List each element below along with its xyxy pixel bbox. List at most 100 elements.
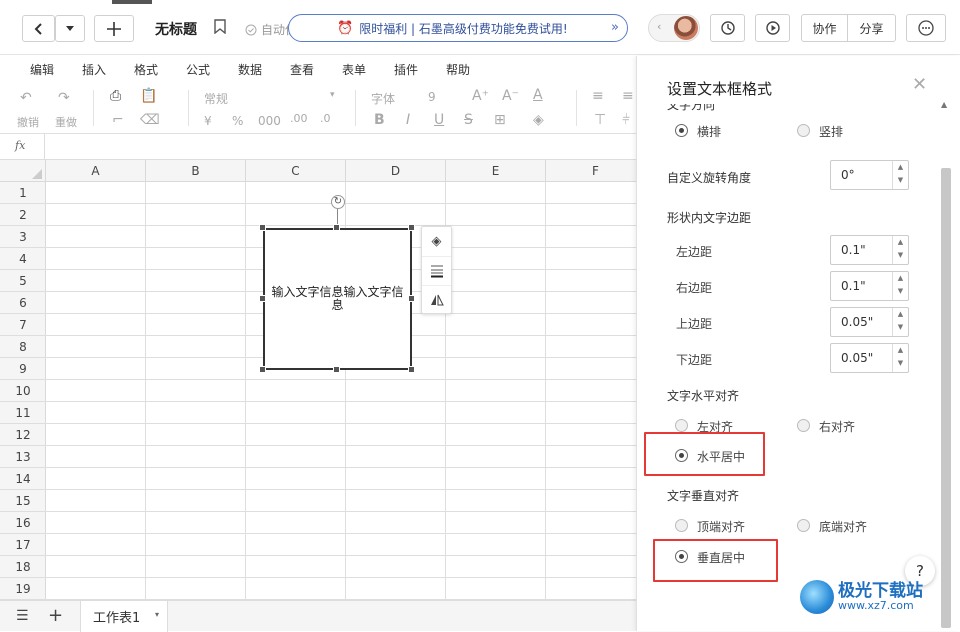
font-color-icon[interactable]: A — [533, 87, 543, 103]
column-header[interactable]: F — [546, 160, 646, 182]
new-button[interactable] — [94, 15, 134, 42]
undo-icon[interactable]: ↶ — [20, 90, 32, 106]
stepper-arrows-icon[interactable]: ▲ ▼ — [892, 236, 908, 264]
menu-dropdown-button[interactable] — [55, 15, 85, 42]
resize-handle[interactable] — [333, 366, 340, 373]
radio-valign-bottom[interactable] — [797, 519, 810, 532]
doc-title[interactable]: 无标题 — [155, 19, 197, 39]
column-header[interactable]: E — [446, 160, 546, 182]
promo-banner[interactable]: ⏰ 限时福利 | 石墨高级付费功能免费试用! » — [288, 14, 628, 42]
eraser-icon[interactable]: ⌫ — [140, 112, 160, 128]
menu-data[interactable]: 数据 — [238, 61, 262, 78]
resize-handle[interactable] — [408, 295, 415, 302]
currency-button[interactable]: ¥ — [204, 114, 212, 128]
fill-color-icon[interactable]: ◈ — [533, 112, 544, 128]
stepper-arrows-icon[interactable]: ▲ ▼ — [892, 308, 908, 336]
row-header[interactable]: 17 — [0, 534, 46, 556]
menu-formula[interactable]: 公式 — [186, 61, 210, 78]
row-header[interactable]: 10 — [0, 380, 46, 402]
share-button[interactable]: 分享 — [847, 14, 896, 42]
percent-button[interactable]: % — [232, 114, 243, 128]
bold-icon[interactable]: B — [374, 112, 385, 128]
column-header[interactable]: B — [146, 160, 246, 182]
strikethrough-icon[interactable]: S — [464, 112, 473, 128]
row-header[interactable]: 5 — [0, 270, 46, 292]
font-select[interactable]: 字体 — [371, 90, 395, 107]
column-header[interactable]: A — [46, 160, 146, 182]
radio-halign-left[interactable] — [675, 419, 688, 432]
sheet-list-icon[interactable]: ☰ — [16, 608, 29, 624]
valign-top-icon[interactable]: ⊤ — [594, 112, 606, 128]
format-painter-icon[interactable]: ⌐ — [112, 112, 124, 128]
number-format-select[interactable]: 常规 — [204, 90, 228, 107]
line-style-icon[interactable] — [422, 256, 451, 285]
row-header[interactable]: 3 — [0, 226, 46, 248]
scroll-up-icon[interactable]: ▲ — [941, 100, 947, 109]
select-all-corner[interactable] — [0, 160, 46, 182]
collaborate-button[interactable]: 协作 — [801, 14, 848, 42]
rotate-handle-icon[interactable]: ↻ — [331, 195, 345, 209]
borders-icon[interactable]: ⊞ — [494, 112, 506, 128]
paste-icon[interactable]: 📋 — [140, 88, 157, 104]
resize-handle[interactable] — [333, 224, 340, 231]
redo-icon[interactable]: ↷ — [58, 90, 70, 106]
row-header[interactable]: 7 — [0, 314, 46, 336]
row-header[interactable]: 18 — [0, 556, 46, 578]
row-header[interactable]: 6 — [0, 292, 46, 314]
menu-insert[interactable]: 插入 — [82, 61, 106, 78]
bottom-padding-input[interactable]: 0.05" ▲ ▼ — [830, 343, 909, 373]
row-header[interactable]: 8 — [0, 336, 46, 358]
right-padding-input[interactable]: 0.1" ▲ ▼ — [830, 271, 909, 301]
align-center-icon[interactable]: ≡ — [622, 88, 634, 104]
row-header[interactable]: 12 — [0, 424, 46, 446]
panel-scrollbar[interactable] — [941, 168, 951, 628]
resize-handle[interactable] — [259, 224, 266, 231]
decrease-font-icon[interactable]: A⁻ — [502, 88, 519, 104]
radio-horizontal[interactable] — [675, 124, 688, 137]
text-box-content[interactable]: 输入文字信息输入文字信息 — [271, 286, 404, 312]
radio-valign-top[interactable] — [675, 519, 688, 532]
align-left-icon[interactable]: ≡ — [592, 88, 604, 104]
italic-icon[interactable]: I — [406, 112, 410, 128]
flip-icon[interactable] — [422, 285, 451, 314]
decrease-decimal-icon[interactable]: .00 — [290, 112, 308, 125]
more-button[interactable] — [906, 14, 946, 42]
row-header[interactable]: 9 — [0, 358, 46, 380]
menu-help[interactable]: 帮助 — [446, 61, 470, 78]
formula-bar[interactable]: fx — [0, 134, 636, 160]
menu-edit[interactable]: 编辑 — [30, 61, 54, 78]
font-size-select[interactable]: 9 — [428, 90, 436, 104]
stepper-arrows-icon[interactable]: ▲ ▼ — [892, 344, 908, 372]
row-header[interactable]: 19 — [0, 578, 46, 600]
increase-font-icon[interactable]: A⁺ — [472, 88, 489, 104]
underline-icon[interactable]: U — [434, 112, 444, 128]
resize-handle[interactable] — [408, 224, 415, 231]
row-header[interactable]: 2 — [0, 204, 46, 226]
fill-bucket-icon[interactable]: ◈ — [422, 227, 451, 256]
sheet-tab[interactable]: 工作表1 ▾ — [80, 601, 168, 632]
avatar[interactable] — [674, 16, 698, 40]
menu-form[interactable]: 表单 — [342, 61, 366, 78]
row-header[interactable]: 14 — [0, 468, 46, 490]
text-box[interactable]: 输入文字信息输入文字信息 — [263, 228, 412, 370]
row-header[interactable]: 16 — [0, 512, 46, 534]
radio-halign-right[interactable] — [797, 419, 810, 432]
menu-view[interactable]: 查看 — [290, 61, 314, 78]
caret-down-icon[interactable]: ▾ — [155, 610, 159, 619]
top-padding-input[interactable]: 0.05" ▲ ▼ — [830, 307, 909, 337]
rotation-input[interactable]: 0° ▲ ▼ — [830, 160, 909, 190]
resize-handle[interactable] — [408, 366, 415, 373]
row-header[interactable]: 13 — [0, 446, 46, 468]
column-header[interactable]: D — [346, 160, 446, 182]
menu-plugins[interactable]: 插件 — [394, 61, 418, 78]
add-sheet-icon[interactable]: + — [48, 605, 63, 626]
back-button[interactable] — [22, 15, 55, 42]
radio-vertical[interactable] — [797, 124, 810, 137]
resize-handle[interactable] — [259, 366, 266, 373]
menu-format[interactable]: 格式 — [134, 61, 158, 78]
column-header[interactable]: C — [246, 160, 346, 182]
close-icon[interactable]: ✕ — [912, 74, 927, 95]
radio-halign-center[interactable] — [675, 449, 688, 462]
merge-icon[interactable]: ⫩ — [622, 112, 630, 128]
print-icon[interactable]: ⎙ — [110, 88, 121, 104]
